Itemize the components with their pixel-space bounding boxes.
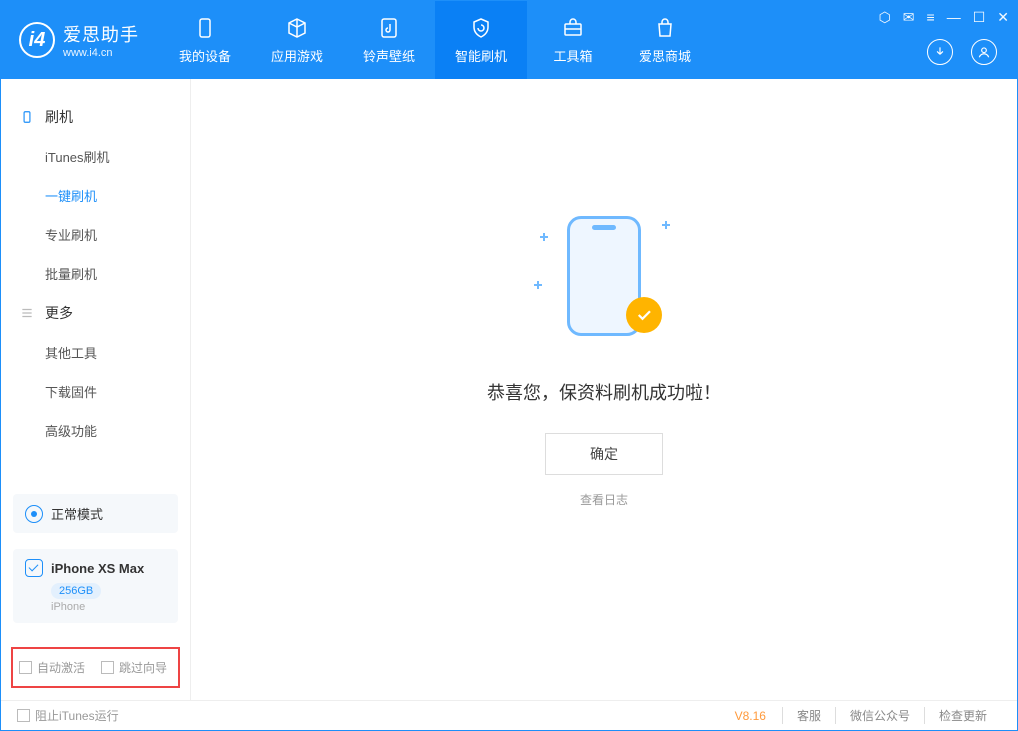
success-illustration [534,211,674,351]
list-icon [19,305,35,321]
sidebar-item-other-tools[interactable]: 其他工具 [1,333,190,372]
check-badge-icon [626,297,662,333]
activation-options: 自动激活 跳过向导 [11,647,180,688]
shirt-icon[interactable]: ⬡ [879,9,891,26]
app-name: 爱思助手 [63,21,139,47]
toolbox-icon [561,16,585,40]
main-panel: 恭喜您，保资料刷机成功啦！ 确定 查看日志 [191,79,1017,700]
success-message: 恭喜您，保资料刷机成功啦！ [487,379,721,405]
maximize-button[interactable]: ☐ [973,9,986,26]
device-type: iPhone [51,601,166,613]
checkbox-label: 跳过向导 [119,659,167,676]
sidebar-item-download-fw[interactable]: 下载固件 [1,372,190,411]
nav-label: 我的设备 [179,46,231,65]
nav-label: 铃声壁纸 [363,46,415,65]
version-label: V8.16 [735,709,766,723]
sidebar-item-advanced[interactable]: 高级功能 [1,411,190,450]
top-nav: 我的设备 应用游戏 铃声壁纸 智能刷机 工具箱 爱思商城 [159,1,711,79]
feedback-icon[interactable]: ✉ [903,9,915,26]
device-name: iPhone XS Max [51,561,144,576]
sidebar-group-more: 更多 [1,293,190,333]
close-button[interactable]: ✕ [997,9,1009,26]
nav-label: 爱思商城 [639,46,691,65]
checkbox-label: 自动激活 [37,659,85,676]
footer-link-service[interactable]: 客服 [782,707,835,724]
nav-store[interactable]: 爱思商城 [619,1,711,79]
app-header: i4 爱思助手 www.i4.cn 我的设备 应用游戏 铃声壁纸 智能刷机 工具… [1,1,1017,79]
mode-card[interactable]: 正常模式 [13,494,178,533]
sidebar-group-label: 更多 [45,303,73,323]
menu-icon[interactable]: ≡ [927,9,935,26]
window-controls: ⬡ ✉ ≡ — ☐ ✕ [879,9,1009,26]
footer-link-wechat[interactable]: 微信公众号 [835,707,924,724]
logo-icon: i4 [19,22,55,58]
phone-icon [19,109,35,125]
device-card[interactable]: iPhone XS Max 256GB iPhone [13,549,178,623]
device-check-icon [25,559,43,577]
mode-icon [25,505,43,523]
app-url: www.i4.cn [63,47,139,59]
footer-link-update[interactable]: 检查更新 [924,707,1001,724]
device-icon [193,16,217,40]
download-button[interactable] [927,39,953,65]
footer: 阻止iTunes运行 V8.16 客服 微信公众号 检查更新 [1,700,1017,730]
nav-apps-games[interactable]: 应用游戏 [251,1,343,79]
sidebar-group-label: 刷机 [45,107,73,127]
cube-icon [285,16,309,40]
nav-label: 应用游戏 [271,46,323,65]
nav-label: 工具箱 [553,46,592,65]
block-itunes-checkbox[interactable]: 阻止iTunes运行 [17,707,119,724]
sidebar-item-itunes-flash[interactable]: iTunes刷机 [1,137,190,176]
auto-activate-checkbox[interactable]: 自动激活 [19,659,85,676]
nav-my-device[interactable]: 我的设备 [159,1,251,79]
nav-label: 智能刷机 [455,46,507,65]
bag-icon [653,16,677,40]
sidebar: 刷机 iTunes刷机 一键刷机 专业刷机 批量刷机 更多 其他工具 下载固件 … [1,79,191,700]
minimize-button[interactable]: — [947,9,961,26]
checkbox-label: 阻止iTunes运行 [35,707,119,724]
mode-label: 正常模式 [51,504,103,523]
sidebar-item-batch-flash[interactable]: 批量刷机 [1,254,190,293]
account-button[interactable] [971,39,997,65]
confirm-button[interactable]: 确定 [545,433,663,475]
device-capacity: 256GB [51,583,101,599]
sidebar-group-flash: 刷机 [1,97,190,137]
music-file-icon [377,16,401,40]
sidebar-item-one-key-flash[interactable]: 一键刷机 [1,176,190,215]
view-log-link[interactable]: 查看日志 [580,491,628,508]
nav-toolbox[interactable]: 工具箱 [527,1,619,79]
skip-guide-checkbox[interactable]: 跳过向导 [101,659,167,676]
nav-ring-wall[interactable]: 铃声壁纸 [343,1,435,79]
nav-smart-flash[interactable]: 智能刷机 [435,1,527,79]
sidebar-item-pro-flash[interactable]: 专业刷机 [1,215,190,254]
logo-block: i4 爱思助手 www.i4.cn [1,1,159,79]
refresh-shield-icon [469,16,493,40]
